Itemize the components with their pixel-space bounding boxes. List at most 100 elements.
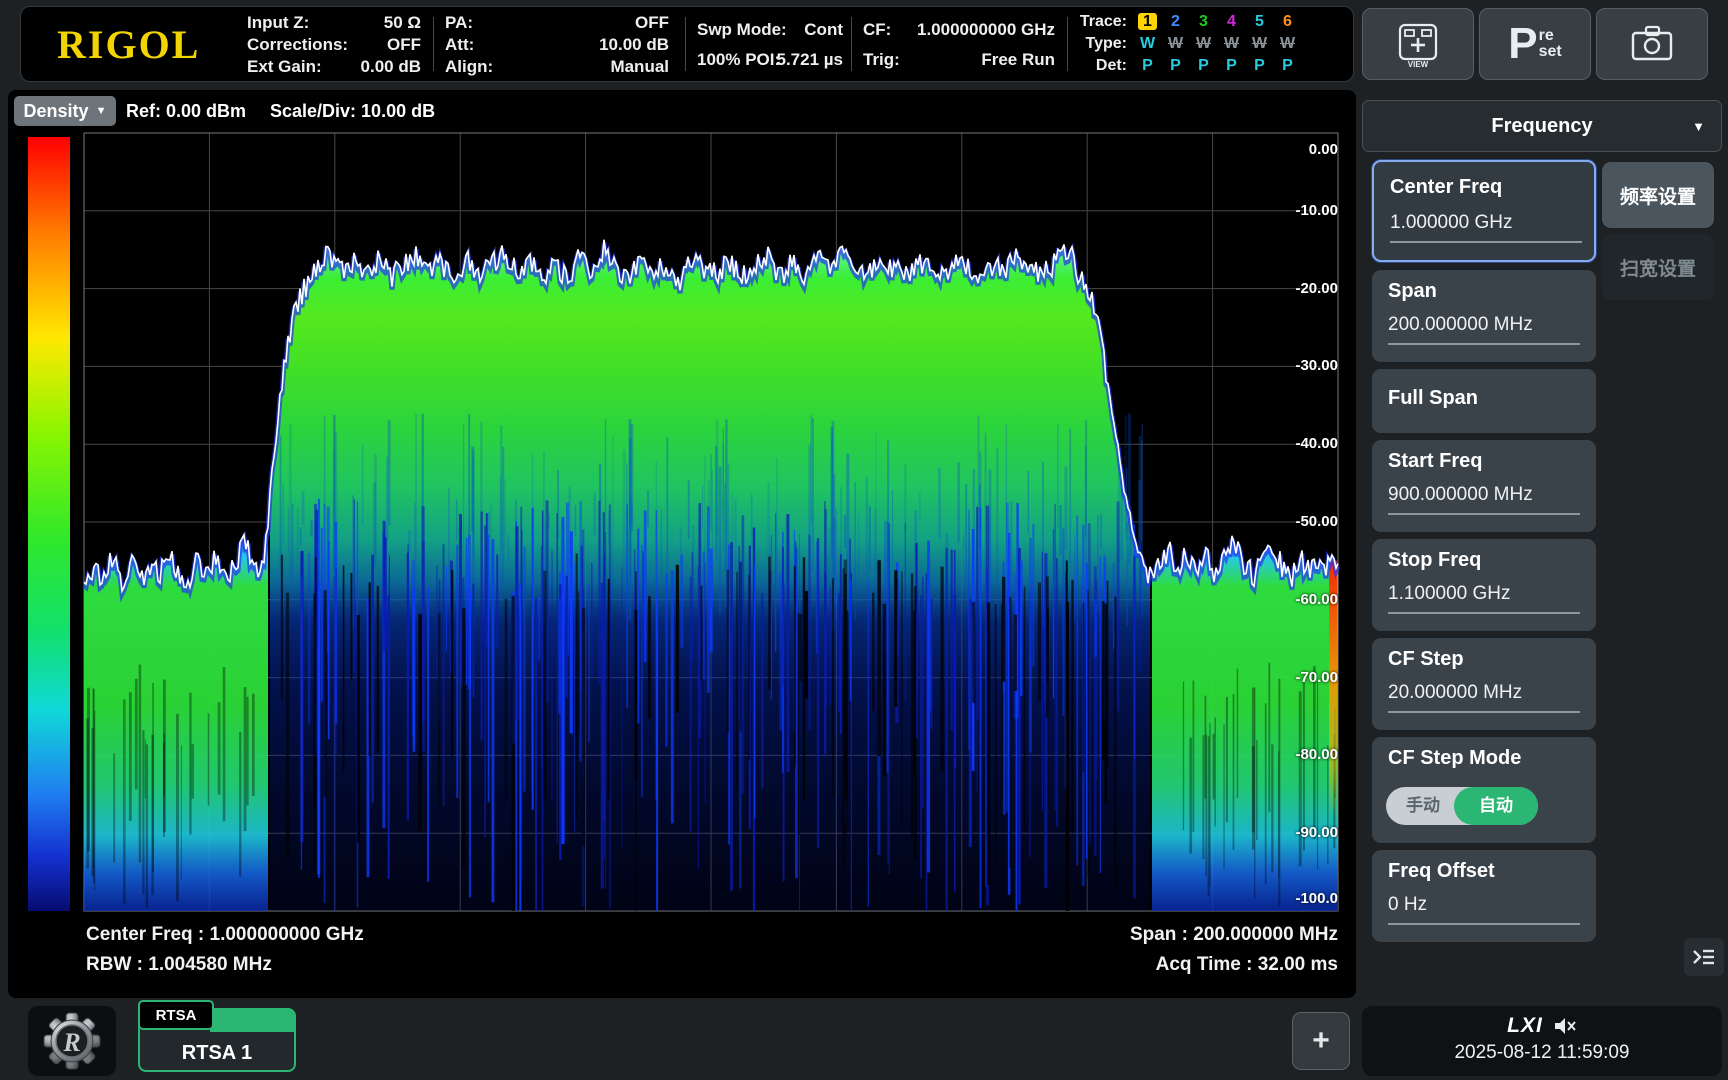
- preset-icon: P re set: [1508, 22, 1561, 66]
- spectrum-plot[interactable]: [8, 90, 1356, 998]
- footer-span: Span : 200.000000 MHz: [1130, 924, 1338, 946]
- input-z-value: 50 Ω: [384, 12, 421, 34]
- poi-value: 5.721 µs: [776, 49, 843, 71]
- att-value: 10.00 dB: [599, 34, 669, 56]
- chevron-down-icon: ▼: [1692, 119, 1705, 134]
- trace-4-det[interactable]: P: [1219, 55, 1244, 76]
- trace-4-type[interactable]: W: [1219, 33, 1244, 54]
- y-tick: -20.00: [1258, 280, 1338, 298]
- rigol-gear-logo-icon: R: [42, 1011, 102, 1071]
- menu-item-full-span[interactable]: Full Span: [1372, 369, 1596, 433]
- trace-2-det[interactable]: P: [1163, 55, 1188, 76]
- menu-item-cf-step-mode[interactable]: CF Step Mode 手动 自动: [1372, 737, 1596, 843]
- trace-1-type[interactable]: W: [1135, 33, 1160, 54]
- separator: [433, 17, 434, 71]
- y-tick: -100.0: [1258, 890, 1338, 908]
- menu-item-center-freq[interactable]: Center Freq 1.000000 GHz: [1372, 160, 1596, 262]
- ref-level-readout[interactable]: Ref: 0.00 dBm: [126, 101, 246, 122]
- separator: [851, 17, 852, 71]
- multi-view-icon: VIEW: [1395, 19, 1441, 69]
- trace-6-type[interactable]: W: [1275, 33, 1300, 54]
- y-tick: -50.00: [1258, 513, 1338, 531]
- corrections-value: OFF: [387, 34, 421, 56]
- trace-caption: Trace:: [1075, 11, 1127, 32]
- trace-5-indicator[interactable]: 5: [1247, 11, 1272, 32]
- menu-collapse-button[interactable]: [1684, 938, 1724, 976]
- plus-icon: +: [1312, 1024, 1330, 1058]
- footer-rbw: RBW : 1.004580 MHz: [86, 954, 272, 976]
- status-readout-panel: RIGOL Input Z:50 Ω Corrections:OFF Ext G…: [20, 6, 1354, 82]
- trace-3-type[interactable]: W: [1191, 33, 1216, 54]
- svg-text:R: R: [62, 1028, 80, 1057]
- system-status-panel[interactable]: LXI 2025-08-12 11:59:09: [1362, 1006, 1722, 1076]
- trace-status-block[interactable]: Trace: 1 2 3 4 5 6 Type: W W W W W W Det…: [1075, 7, 1365, 81]
- amplitude-settings-group: PA: OFF Att: 10.00 dB Align: Manual: [445, 7, 669, 81]
- y-tick: -60.00: [1258, 591, 1338, 609]
- rigol-logo: RIGOL: [57, 23, 200, 67]
- trace-1-indicator[interactable]: 1: [1135, 11, 1160, 32]
- menu-item-cf-step[interactable]: CF Step 20.000000 MHz: [1372, 638, 1596, 730]
- swp-mode-label: Swp Mode:: [697, 19, 787, 41]
- poi-label: 100% POI:: [697, 49, 780, 71]
- trace-3-indicator[interactable]: 3: [1191, 11, 1216, 32]
- app-tab-rtsa1[interactable]: RTSA RTSA 1: [138, 1008, 296, 1072]
- chevron-down-icon: ▼: [96, 105, 107, 117]
- tab-frequency-settings[interactable]: 频率设置: [1602, 162, 1714, 228]
- y-tick: -70.00: [1258, 669, 1338, 687]
- camera-icon: [1629, 25, 1675, 63]
- y-tick: -40.00: [1258, 435, 1338, 453]
- trace-2-indicator[interactable]: 2: [1163, 11, 1188, 32]
- menu-header-label: Frequency: [1491, 115, 1592, 138]
- menu-item-stop-freq[interactable]: Stop Freq 1.100000 GHz: [1372, 539, 1596, 631]
- type-caption: Type:: [1075, 33, 1127, 54]
- y-tick: -90.00: [1258, 824, 1338, 842]
- sound-muted-icon: [1553, 1016, 1577, 1036]
- tab-span-settings[interactable]: 扫宽设置: [1602, 234, 1714, 300]
- input-settings-group: Input Z:50 Ω Corrections:OFF Ext Gain:0.…: [247, 7, 421, 81]
- add-app-button[interactable]: +: [1292, 1012, 1350, 1070]
- trace-6-det[interactable]: P: [1275, 55, 1300, 76]
- cf-step-mode-toggle[interactable]: 手动 自动: [1386, 787, 1538, 825]
- app-badge: RTSA: [138, 1000, 214, 1030]
- att-label: Att:: [445, 34, 474, 56]
- trace-5-det[interactable]: P: [1247, 55, 1272, 76]
- freq-trig-group: CF:1.000000000 GHz Trig:Free Run: [863, 7, 1055, 81]
- screenshot-button[interactable]: [1596, 8, 1708, 80]
- separator: [685, 17, 686, 71]
- align-label: Align:: [445, 56, 493, 78]
- input-z-label: Input Z:: [247, 12, 309, 34]
- sweep-settings-group: Swp Mode:Cont 100% POI:5.721 µs: [697, 7, 843, 81]
- lxi-status: LXI: [1507, 1014, 1543, 1038]
- y-tick: 0.00: [1258, 141, 1338, 159]
- multi-view-button[interactable]: VIEW: [1362, 8, 1474, 80]
- y-tick: -10.00: [1258, 202, 1338, 220]
- trace-3-det[interactable]: P: [1191, 55, 1216, 76]
- pa-value: OFF: [635, 12, 669, 34]
- menu-header-frequency[interactable]: Frequency ▼: [1362, 100, 1722, 152]
- pa-label: PA:: [445, 12, 473, 34]
- menu-item-start-freq[interactable]: Start Freq 900.000000 MHz: [1372, 440, 1596, 532]
- spectrum-display[interactable]: Density ▼ Ref: 0.00 dBm Scale/Div: 10.00…: [8, 90, 1356, 998]
- trig-value: Free Run: [981, 49, 1055, 71]
- trace-1-det[interactable]: P: [1135, 55, 1160, 76]
- trace-4-indicator[interactable]: 4: [1219, 11, 1244, 32]
- trace-6-indicator[interactable]: 6: [1275, 11, 1300, 32]
- system-menu-button[interactable]: R: [28, 1006, 116, 1076]
- toggle-manual-option[interactable]: 手动: [1386, 787, 1460, 825]
- trace-5-type[interactable]: W: [1247, 33, 1272, 54]
- display-mode-dropdown[interactable]: Density ▼: [14, 96, 116, 126]
- app-tab-accent: [210, 1010, 294, 1032]
- trace-2-type[interactable]: W: [1163, 33, 1188, 54]
- align-value: Manual: [610, 56, 669, 78]
- menu-item-span[interactable]: Span 200.000000 MHz: [1372, 270, 1596, 362]
- display-mode-label: Density: [24, 101, 89, 122]
- y-tick: -30.00: [1258, 357, 1338, 375]
- footer-acq-time: Acq Time : 32.00 ms: [1156, 954, 1338, 976]
- ext-gain-value: 0.00 dB: [361, 56, 421, 78]
- preset-button[interactable]: P re set: [1479, 8, 1591, 80]
- app-tab-label: RTSA 1: [140, 1036, 294, 1070]
- scale-div-readout[interactable]: Scale/Div: 10.00 dB: [270, 101, 435, 122]
- menu-item-freq-offset[interactable]: Freq Offset 0 Hz: [1372, 850, 1596, 942]
- datetime: 2025-08-12 11:59:09: [1362, 1042, 1722, 1066]
- toggle-auto-option[interactable]: 自动: [1454, 787, 1538, 825]
